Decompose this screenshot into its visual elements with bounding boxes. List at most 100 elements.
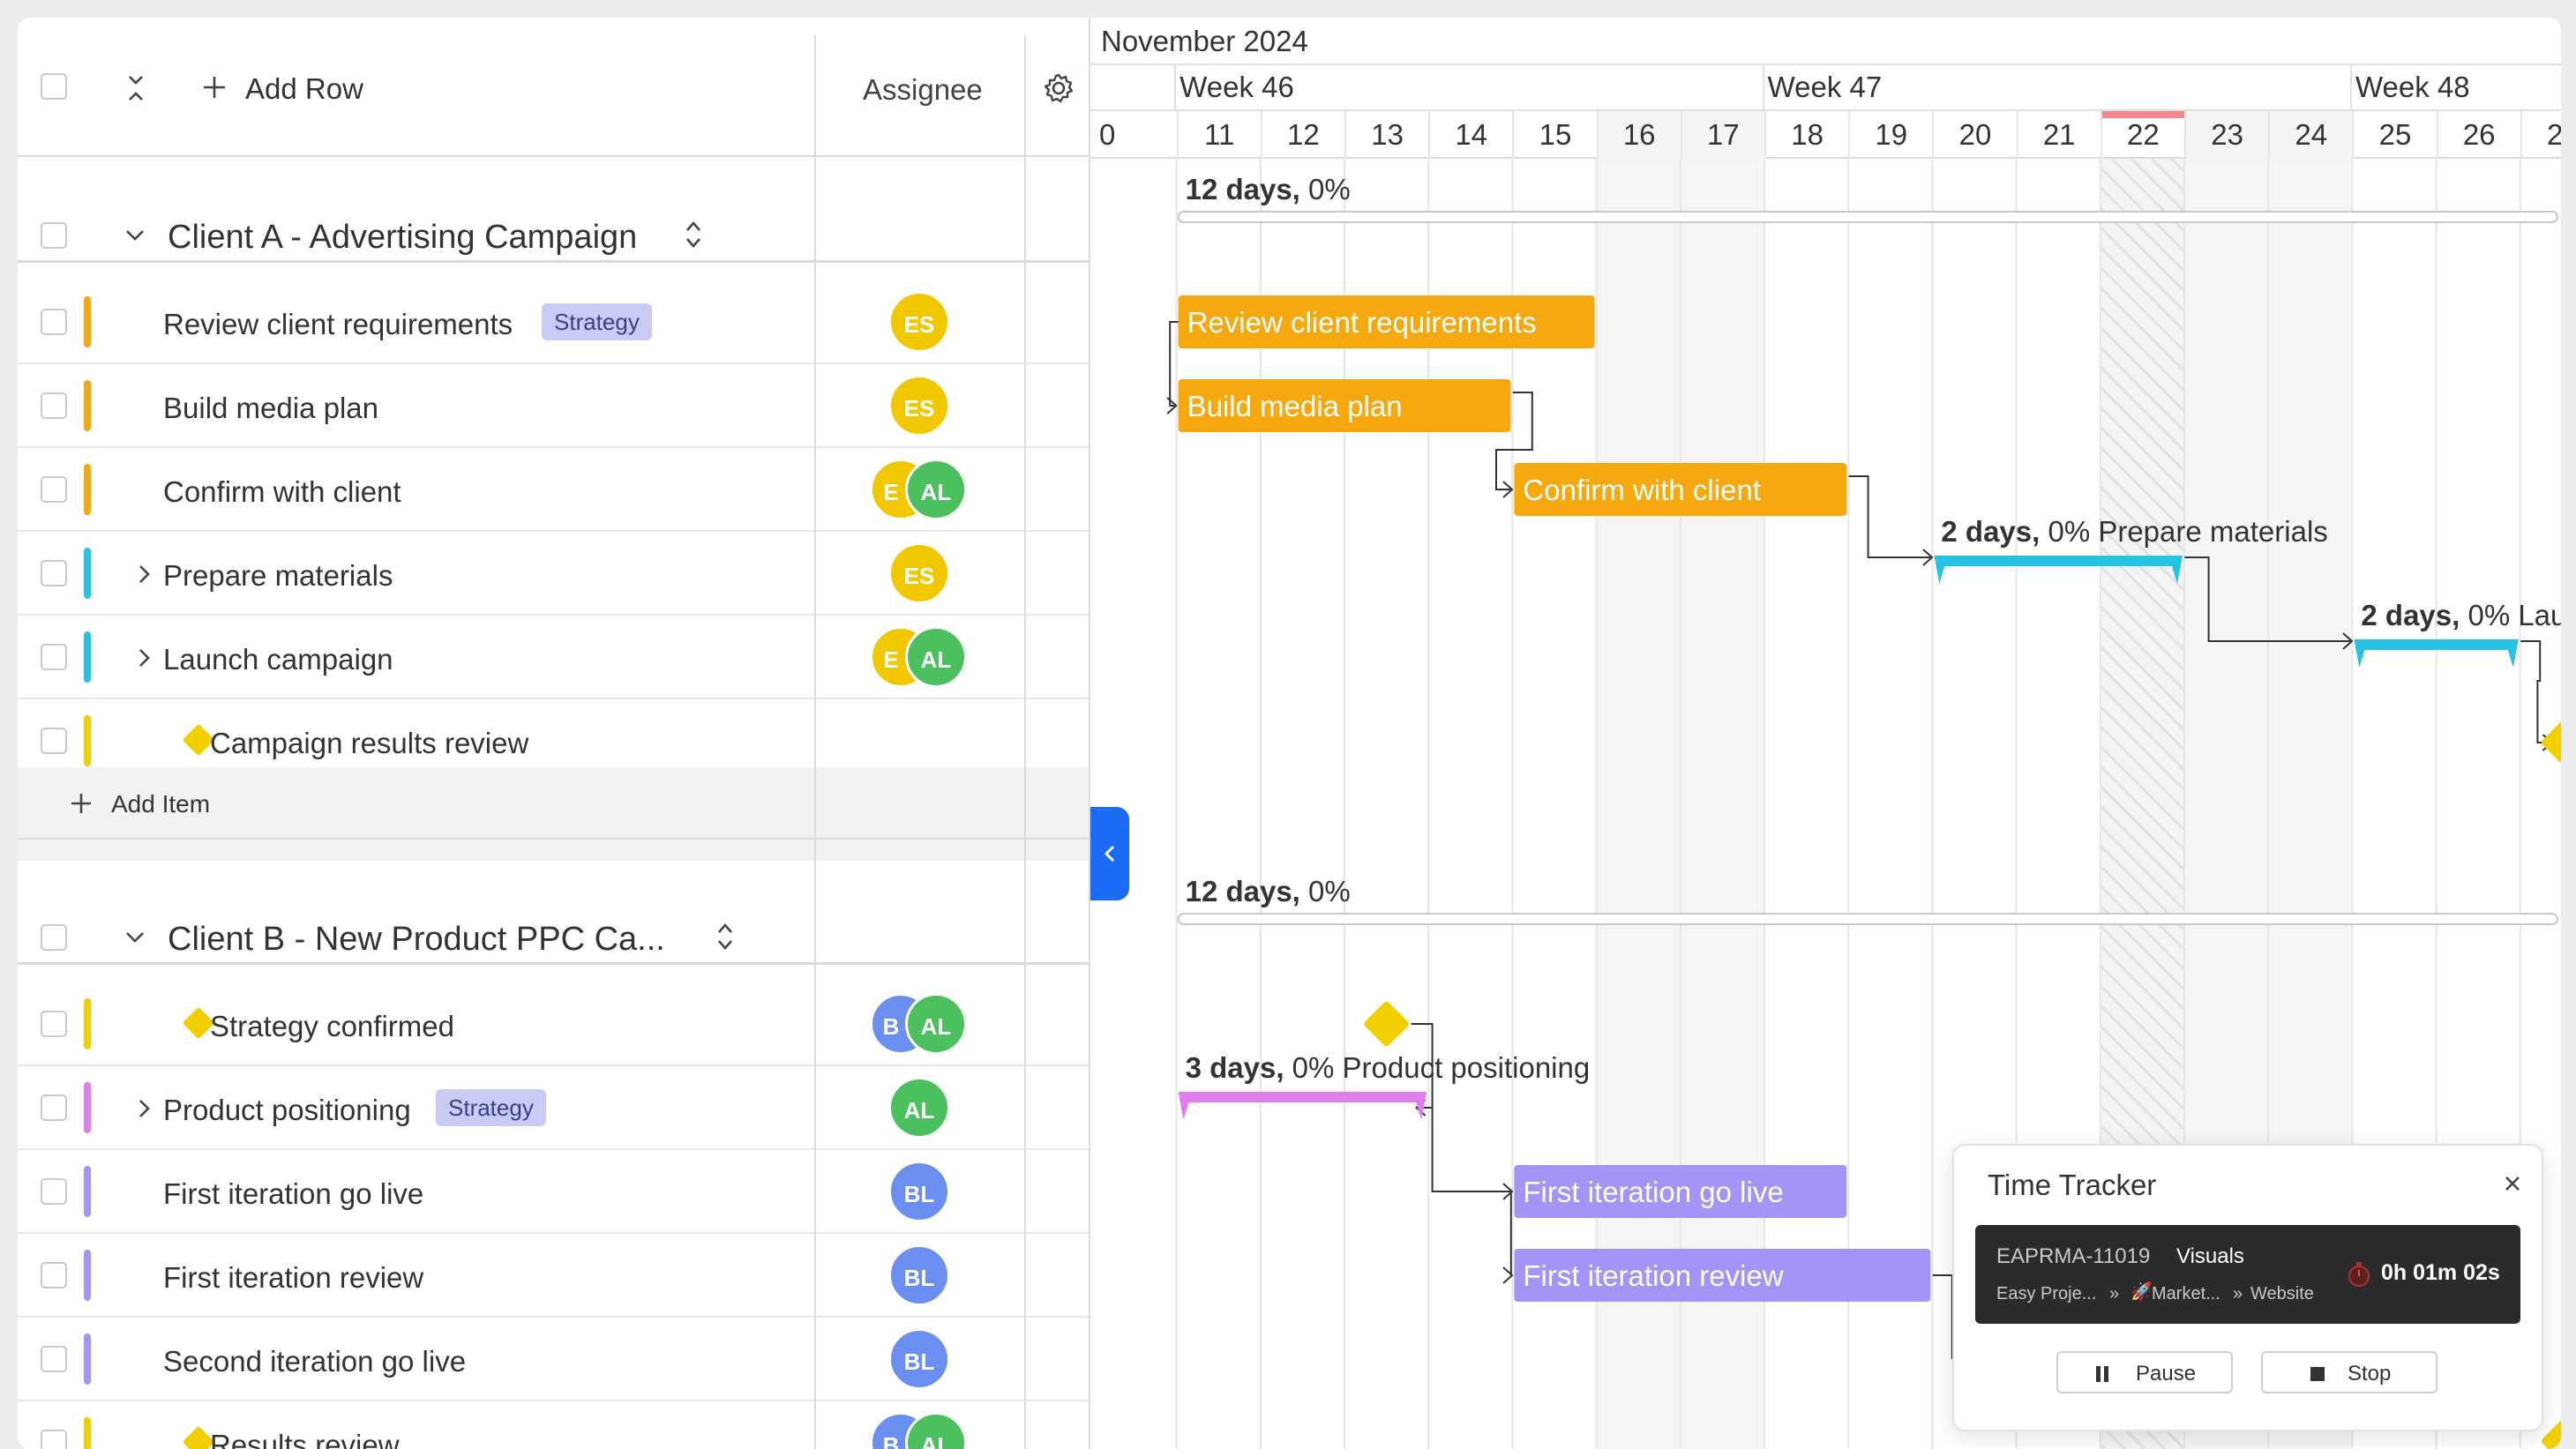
avatar[interactable]: BL [888,1244,950,1306]
task-row[interactable]: First iteration review BL [18,1234,1090,1318]
group-checkbox[interactable] [41,222,67,249]
day-cell[interactable]: 25 [2352,111,2436,159]
group-header-client-b[interactable]: Client B - New Product PPC Ca... [18,861,1090,965]
group-header-client-a[interactable]: Client A - Advertising Campaign [18,159,1090,263]
milestone-campaign-review[interactable] [2541,719,2561,766]
day-cell[interactable]: 24 [2268,111,2353,159]
task-label[interactable]: Build media plan [163,393,378,422]
row-checkbox[interactable] [41,1011,67,1037]
day-cell[interactable]: 14 [1428,111,1512,159]
stop-button[interactable]: Stop [2261,1351,2437,1393]
day-cell[interactable]: 0 [1090,111,1177,159]
column-divider[interactable] [814,35,816,1449]
task-row[interactable]: Results review B AL [18,1401,1090,1449]
task-row[interactable]: Review client requirements Strategy ES [18,280,1090,364]
row-checkbox[interactable] [41,1262,67,1288]
task-label[interactable]: Second iteration go live [163,1347,466,1376]
chevron-down-icon[interactable] [122,924,148,951]
assignee-column-header[interactable]: Assignee [863,75,983,104]
group-title[interactable]: Client A - Advertising Campaign [168,220,637,254]
task-label[interactable]: First iteration go live [163,1179,423,1208]
day-label: 12 [1287,118,1320,151]
day-cell[interactable]: 26 [2436,111,2520,159]
avatar[interactable]: AL [905,459,967,520]
add-item-row[interactable]: Add Item [18,767,1090,840]
chevron-down-icon[interactable] [122,222,148,249]
day-cell[interactable]: 15 [1512,111,1596,159]
row-checkbox[interactable] [41,728,67,754]
day-cell[interactable]: 17 [1680,111,1764,159]
avatar[interactable]: AL [905,993,967,1055]
add-row-button[interactable]: Add Row [201,67,395,109]
color-indicator [84,631,91,683]
chevron-right-icon[interactable] [134,646,155,670]
day-cell[interactable]: 18 [1764,111,1848,159]
chevron-right-icon[interactable] [134,562,155,586]
sort-icon[interactable] [681,217,706,252]
avatar[interactable]: BL [888,1161,950,1222]
bar-product-positioning[interactable] [1178,1092,1427,1120]
task-row[interactable]: Strategy confirmed B AL [18,982,1090,1066]
task-row[interactable]: Second iteration go live BL [18,1318,1090,1401]
avatar[interactable]: ES [888,375,950,437]
day-cell[interactable]: 22 [2100,111,2184,159]
row-checkbox[interactable] [41,1430,67,1449]
task-label[interactable]: Results review [210,1430,400,1449]
task-row[interactable]: Launch campaign E AL [18,616,1090,699]
avatar[interactable]: ES [888,291,950,353]
group-title[interactable]: Client B - New Product PPC Ca... [168,922,665,956]
group-checkbox[interactable] [41,924,67,951]
row-checkbox[interactable] [41,1346,67,1372]
avatar[interactable]: AL [905,626,967,688]
task-label[interactable]: Confirm with client [163,477,401,506]
row-checkbox[interactable] [41,392,67,419]
day-cell[interactable]: 23 [2184,111,2269,159]
day-label: 22 [2127,118,2160,151]
task-label[interactable]: First iteration review [163,1263,423,1292]
gear-icon[interactable] [1043,72,1075,104]
day-cell[interactable]: 12 [1260,111,1344,159]
column-divider[interactable] [1024,35,1026,1449]
day-cell[interactable]: 20 [1932,111,2016,159]
pause-button[interactable]: Pause [2056,1351,2233,1393]
avatar[interactable]: ES [888,542,950,604]
task-row[interactable]: Product positioning Strategy AL [18,1066,1090,1150]
day-cell[interactable]: 21 [2016,111,2100,159]
close-icon[interactable] [2501,1172,2524,1195]
milestone-results-review[interactable] [2541,1417,2561,1449]
group-a-summary-bar [1177,211,2559,223]
task-label[interactable]: Campaign results review [210,728,528,758]
task-row[interactable]: Confirm with client E AL [18,448,1090,532]
sort-icon[interactable] [713,919,738,954]
milestone-strategy-confirmed[interactable] [1363,1000,1411,1048]
day-label: 11 [1204,118,1235,151]
row-checkbox[interactable] [41,1178,67,1205]
add-item-label[interactable]: Add Item [111,792,210,817]
row-checkbox[interactable] [41,309,67,335]
task-label[interactable]: Strategy confirmed [210,1012,454,1041]
day-cell[interactable]: 13 [1344,111,1428,159]
task-label[interactable]: Product positioning [163,1095,411,1124]
task-row[interactable]: Prepare materials ES [18,532,1090,616]
day-cell[interactable]: 19 [1848,111,1932,159]
color-indicator [84,1166,91,1217]
day-cell[interactable]: 27 [2520,111,2561,159]
avatar[interactable]: BL [888,1328,950,1390]
row-checkbox[interactable] [41,560,67,586]
row-checkbox[interactable] [41,1094,67,1121]
select-all-checkbox[interactable] [41,73,67,100]
task-row[interactable]: First iteration go live BL [18,1150,1090,1234]
collapse-panel-button[interactable] [1090,807,1129,900]
task-row[interactable]: Build media plan ES [18,364,1090,448]
task-label[interactable]: Prepare materials [163,561,393,590]
row-checkbox[interactable] [41,644,67,670]
day-cell[interactable]: 16 [1596,111,1681,159]
collapse-all-icon[interactable] [122,72,150,104]
task-label[interactable]: Launch campaign [163,645,393,674]
row-checkbox[interactable] [41,476,67,503]
avatar[interactable]: AL [888,1077,950,1139]
chevron-right-icon[interactable] [134,1096,155,1121]
task-label[interactable]: Review client requirements [163,310,513,339]
day-cell[interactable]: 11 [1176,111,1261,159]
active-timer-card[interactable]: EAPRMA-11019 Visuals Easy Proje... » 🚀 M… [1975,1225,2520,1324]
